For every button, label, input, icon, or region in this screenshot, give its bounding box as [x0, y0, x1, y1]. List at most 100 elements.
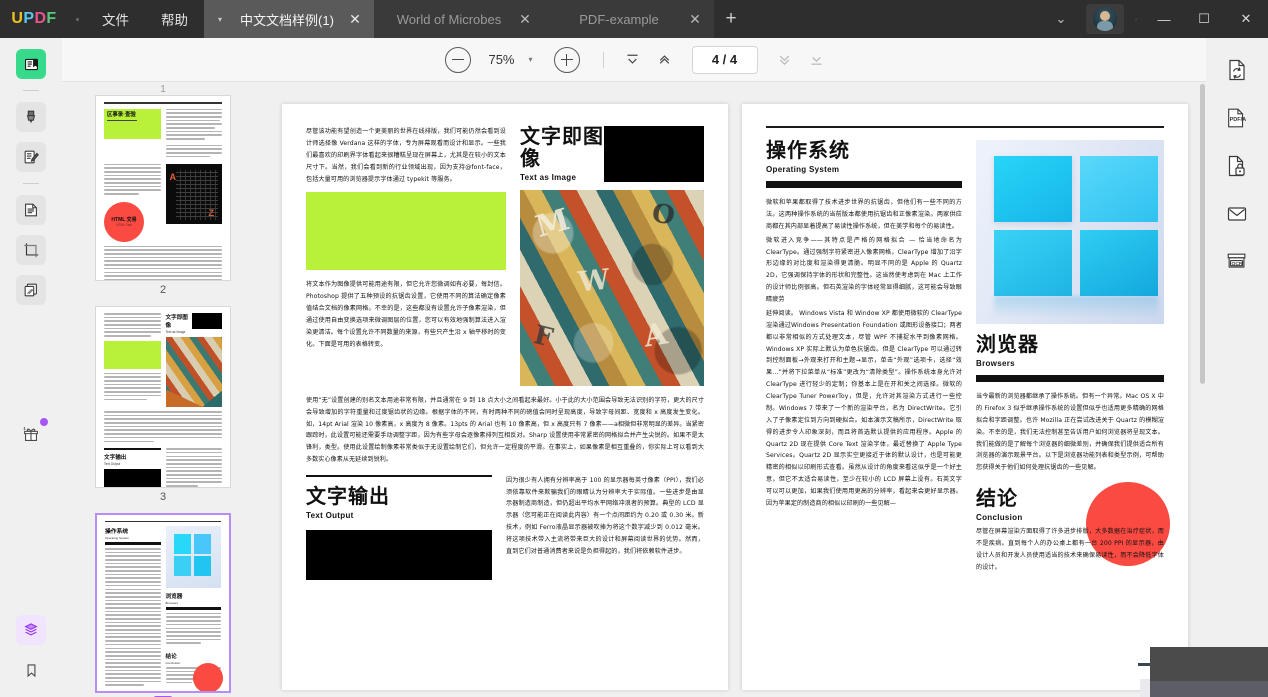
logo-letter-p: P — [23, 10, 34, 28]
list-item[interactable]: 文字即图像 Text as Image — [95, 306, 231, 509]
page4-heading2-rule — [976, 375, 1164, 382]
controls-separator-dot: · — [1128, 14, 1144, 25]
page4-heading3-cn: 结论 — [976, 488, 1164, 510]
close-icon[interactable]: ✕ — [346, 11, 364, 28]
page4-paragraph-1: 微软和苹果都取得了技术进步世界的抗锯齿，但他们有一些不同的方法。这两种操作系统的… — [766, 197, 962, 233]
list-item[interactable]: 区事录·查验 — [95, 95, 231, 302]
tab-chinese-sample[interactable]: ▾ 中文文档样例(1) ✕ — [204, 0, 374, 38]
thumbnail-number: 2 — [160, 284, 166, 296]
close-icon[interactable]: ✕ — [686, 11, 704, 28]
letter-blocks-photo: M O W F A — [520, 190, 704, 386]
first-page-icon[interactable] — [618, 46, 648, 74]
document-viewer[interactable]: 尽管该功能有望创造一个更美丽的世界在线排版，我们可能仍然会看到设计师选择像 Ve… — [264, 82, 1206, 697]
highlight-box — [306, 192, 506, 270]
zoom-in-icon[interactable] — [554, 47, 580, 73]
zoom-level-value[interactable]: 75% — [482, 52, 520, 67]
sidebar-item-pdfa-convert[interactable]: PDF/A — [1221, 100, 1253, 136]
maximize-button[interactable]: ☐ — [1184, 0, 1224, 38]
page3-paragraph-4: 因为很少有人拥有分辨率高于 100 的显示器每英寸像素（PPI），我们必须依靠软… — [506, 475, 704, 558]
right-tool-rail: PDF/A OCR — [1206, 38, 1268, 697]
next-page-icon[interactable] — [770, 46, 800, 74]
zoom-out-icon[interactable] — [445, 47, 471, 73]
logo-letter-d: D — [34, 10, 46, 28]
document-page-4: 操作系统 Operating System 微软和苹果都取得了技术进步世界的抗锯… — [742, 104, 1188, 690]
page-thumbnail-pane[interactable]: 1 区事录·查验 — [62, 82, 264, 697]
new-tab-button[interactable]: + — [714, 0, 748, 38]
page-thumbnail-4[interactable]: 操作系统 Operating System — [95, 513, 231, 693]
tab-strip: ▾ 中文文档样例(1) ✕ World of Microbes ✕ PDF-ex… — [204, 0, 748, 38]
page4-heading-rule — [766, 181, 962, 188]
last-page-icon[interactable] — [802, 46, 832, 74]
tab-label: World of Microbes — [382, 12, 516, 27]
avatar — [1093, 7, 1117, 31]
close-window-button[interactable]: ✕ — [1224, 0, 1268, 38]
svg-text:OCR: OCR — [1231, 261, 1242, 267]
sidebar-item-convert-pdf[interactable] — [1221, 52, 1253, 88]
page4-top-rule — [766, 126, 1164, 128]
rail-divider-2 — [23, 183, 39, 184]
close-icon[interactable]: ✕ — [516, 11, 534, 28]
page3-heading-en: Text as Image — [520, 173, 604, 182]
black-block — [604, 126, 704, 182]
page3-paragraph-3: 使用“无”设置创建的别名文本用途非常有限，并且通常在 9 到 18 点大小之间看… — [306, 395, 704, 466]
sidebar-item-page-tools[interactable] — [16, 195, 46, 225]
tab-world-of-microbes[interactable]: World of Microbes ✕ — [374, 0, 544, 38]
thumbnail-number: 3 — [160, 491, 166, 503]
tab-pdf-example[interactable]: PDF-example ✕ — [544, 0, 714, 38]
updf-window: UPDF 文件 帮助 ▾ 中文文档样例(1) ✕ World of Microb… — [0, 0, 1268, 697]
title-bar: UPDF 文件 帮助 ▾ 中文文档样例(1) ✕ World of Microb… — [0, 0, 1268, 38]
sidebar-item-crop-page[interactable] — [16, 235, 46, 265]
toolbar-divider — [603, 52, 604, 68]
tab-label: PDF-example — [552, 12, 686, 27]
page4-paragraph-4: 当今最新的浏览器都继承了操作系统。但有一个异常。Mac OS X 中的 Fire… — [976, 391, 1164, 474]
previous-page-icon[interactable] — [650, 46, 680, 74]
page4-paragraph-3: 延伸阅读。 Windows Vista 和 Window XP 都使用微软的 C… — [766, 308, 962, 510]
sidebar-item-gift-offer[interactable] — [16, 420, 46, 450]
page-number-input[interactable]: 4 / 4 — [692, 46, 758, 74]
window-controls: ⌄ · — ☐ ✕ — [1040, 0, 1268, 38]
page4-heading-en: Operating System — [766, 165, 962, 174]
sidebar-item-bookmarks[interactable] — [16, 655, 46, 685]
sidebar-item-comment-highlight[interactable] — [16, 102, 46, 132]
chevron-down-icon[interactable]: ▾ — [528, 55, 532, 64]
logo-letter-u: U — [11, 10, 23, 28]
menu-file[interactable]: 文件 — [86, 0, 145, 38]
sidebar-item-reader-mode[interactable] — [16, 49, 46, 79]
vertical-scrollbar[interactable] — [1200, 84, 1205, 384]
svg-text:PDF/A: PDF/A — [1230, 117, 1247, 123]
tab-list-chevron-icon[interactable]: ⌄ — [1040, 11, 1082, 27]
logo-letter-f: F — [46, 10, 56, 28]
page4-heading2-en: Browsers — [976, 359, 1164, 368]
page-thumbnail-2[interactable]: 区事录·查验 — [95, 95, 231, 281]
overlay-dash — [1138, 663, 1150, 666]
sidebar-item-share-email[interactable] — [1221, 196, 1253, 232]
chevron-down-icon[interactable]: ▾ — [212, 15, 228, 24]
account-button[interactable] — [1086, 4, 1124, 34]
page3-heading2-en: Text Output — [306, 511, 492, 520]
sidebar-item-edit-pdf[interactable] — [16, 142, 46, 172]
page3-heading2-cn: 文字输出 — [306, 486, 492, 508]
page4-heading2-cn: 浏览器 — [976, 334, 1164, 356]
left-tool-rail — [0, 38, 62, 697]
rail-divider-1 — [23, 90, 39, 91]
app-logo: UPDF — [0, 0, 68, 38]
document-page-3: 尽管该功能有望创造一个更美丽的世界在线排版，我们可能仍然会看到设计师选择像 Ve… — [282, 104, 728, 690]
sidebar-item-protect-pdf[interactable] — [1221, 148, 1253, 184]
page4-paragraph-2: 微软进入竞争——其特点是严格的网格拟合 — 恰当地命名为ClearType。通过… — [766, 235, 962, 306]
overlay-lower-band — [1150, 681, 1268, 697]
menu-separator-dot — [68, 0, 86, 38]
page3-paragraph-1: 尽管该功能有望创造一个更美丽的世界在线排版，我们可能仍然会看到设计师选择像 Ve… — [306, 126, 506, 185]
menu-help[interactable]: 帮助 — [145, 0, 204, 38]
page3-heading-cn: 文字即图像 — [520, 126, 604, 170]
sidebar-item-ai-assistant[interactable] — [16, 615, 46, 645]
sidebar-item-organize-pages[interactable] — [16, 275, 46, 305]
sidebar-item-ocr-recognize[interactable]: OCR — [1221, 244, 1253, 280]
overlay-strip — [1140, 679, 1150, 697]
thumbnail-top-tick: 1 — [62, 82, 264, 95]
list-item[interactable]: 操作系统 Operating System — [95, 513, 231, 697]
tab-label: 中文文档样例(1) — [228, 10, 346, 29]
page-thumbnail-3[interactable]: 文字即图像 Text as Image — [95, 306, 231, 488]
floating-overlay-panel[interactable] — [1150, 647, 1268, 697]
windows-logo-photo — [976, 140, 1164, 324]
minimize-button[interactable]: — — [1144, 0, 1184, 38]
